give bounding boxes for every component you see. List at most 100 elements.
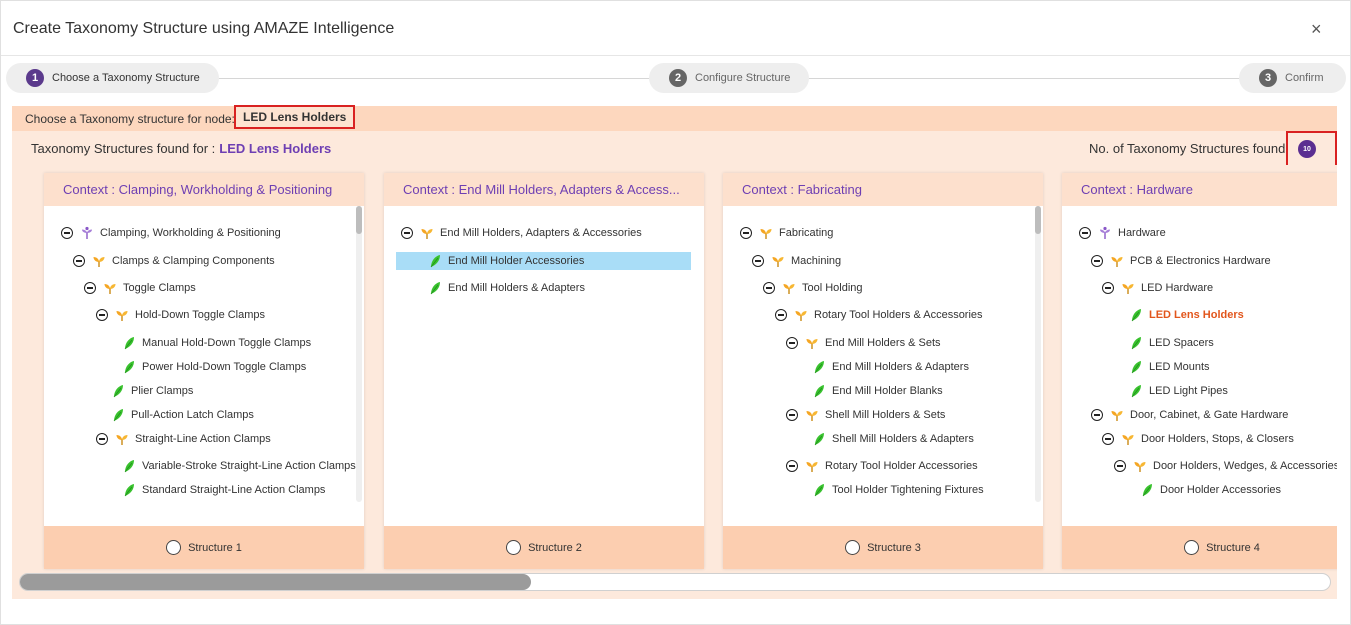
collapse-icon[interactable]: [786, 409, 798, 421]
structure-select-option[interactable]: Structure 1: [44, 526, 364, 569]
tree-node[interactable]: Shell Mill Holders & Sets: [786, 406, 945, 424]
tree-node[interactable]: Variable-Stroke Straight-Line Action Cla…: [122, 457, 356, 475]
tree-scroll-thumb[interactable]: [1035, 206, 1041, 234]
tree-node[interactable]: End Mill Holders, Adapters & Accessories: [401, 224, 642, 242]
step-number: 1: [26, 69, 44, 87]
tree-node[interactable]: End Mill Holders & Adapters: [812, 358, 969, 376]
step-configure-structure[interactable]: 2 Configure Structure: [649, 63, 809, 93]
structure-select-option[interactable]: Structure 3: [723, 526, 1043, 569]
tree-node[interactable]: Door, Cabinet, & Gate Hardware: [1091, 406, 1288, 424]
step-confirm[interactable]: 3 Confirm: [1239, 63, 1346, 93]
tree-vertical-scrollbar[interactable]: [356, 206, 362, 502]
leaf-icon: [111, 408, 131, 422]
step-choose-structure[interactable]: 1 Choose a Taxonomy Structure: [6, 63, 219, 93]
horizontal-scrollbar[interactable]: [19, 573, 1331, 591]
tree-node[interactable]: LED Hardware: [1102, 279, 1213, 297]
found-for: Taxonomy Structures found for : LED Lens …: [31, 141, 331, 156]
horizontal-scroll-thumb[interactable]: [20, 574, 531, 590]
tree-node-label: Pull-Action Latch Clamps: [131, 409, 254, 421]
close-button[interactable]: ×: [1311, 20, 1322, 38]
structure-select-option[interactable]: Structure 2: [384, 526, 704, 569]
collapse-icon[interactable]: [763, 282, 775, 294]
tree-node[interactable]: PCB & Electronics Hardware: [1091, 252, 1271, 270]
collapse-icon[interactable]: [775, 309, 787, 321]
tree-node[interactable]: Plier Clamps: [111, 382, 193, 400]
step-label: Choose a Taxonomy Structure: [52, 72, 200, 84]
leaf-icon: [1129, 384, 1149, 398]
collapse-icon[interactable]: [740, 227, 752, 239]
tree-node[interactable]: Door Holder Accessories: [1140, 481, 1281, 499]
tree-node[interactable]: Rotary Tool Holders & Accessories: [775, 306, 983, 324]
tree-vertical-scrollbar[interactable]: [1035, 206, 1041, 502]
tree-node[interactable]: Clamping, Workholding & Positioning: [61, 224, 281, 242]
structure-label: Structure 1: [188, 541, 242, 554]
collapse-icon[interactable]: [401, 227, 413, 239]
tree-node-label: Hardware: [1118, 227, 1166, 239]
collapse-icon[interactable]: [1091, 255, 1103, 267]
collapse-icon[interactable]: [1114, 460, 1126, 472]
tree-node[interactable]: Clamps & Clamping Components: [73, 252, 275, 270]
collapse-icon[interactable]: [96, 433, 108, 445]
tree-node[interactable]: Door Holders, Wedges, & Accessories: [1114, 457, 1337, 475]
leaf-icon: [428, 254, 448, 268]
tree-node[interactable]: Fabricating: [740, 224, 833, 242]
tree-node[interactable]: LED Lens Holders: [1129, 306, 1244, 324]
tree-node-label: LED Light Pipes: [1149, 385, 1228, 397]
step-connector: [806, 78, 1241, 79]
folder-icon: [115, 432, 135, 446]
tree-node[interactable]: Tool Holding: [763, 279, 863, 297]
tree-node[interactable]: Toggle Clamps: [84, 279, 196, 297]
tree-node-label: End Mill Holder Blanks: [832, 385, 943, 397]
collapse-icon[interactable]: [73, 255, 85, 267]
tree-node[interactable]: End Mill Holders & Adapters: [428, 279, 585, 297]
collapse-icon[interactable]: [61, 227, 73, 239]
taxonomy-tree: Hardware PCB & Electronics Hardware LED Ha…: [1062, 206, 1337, 526]
tree-node[interactable]: LED Mounts: [1129, 358, 1210, 376]
tree-node[interactable]: Manual Hold-Down Toggle Clamps: [122, 334, 311, 352]
tree-node-label: Door, Cabinet, & Gate Hardware: [1130, 409, 1289, 421]
structure-radio[interactable]: [166, 540, 182, 555]
tree-scroll-thumb[interactable]: [356, 206, 362, 234]
tree-node[interactable]: End Mill Holder Accessories: [396, 252, 691, 270]
collapse-icon[interactable]: [1102, 282, 1114, 294]
tree-node[interactable]: Tool Holder Tightening Fixtures: [812, 481, 984, 499]
collapse-icon[interactable]: [1102, 433, 1114, 445]
collapse-icon[interactable]: [786, 460, 798, 472]
tree-node-label: Clamping, Workholding & Positioning: [100, 227, 281, 239]
folder-icon: [1110, 254, 1130, 268]
tree-node[interactable]: Standard Straight-Line Action Clamps: [122, 481, 325, 499]
collapse-icon[interactable]: [752, 255, 764, 267]
tree-node[interactable]: End Mill Holders & Sets: [786, 334, 941, 352]
tree-node[interactable]: Rotary Tool Holder Accessories: [786, 457, 978, 475]
tree-node-label: Door Holders, Stops, & Closers: [1141, 433, 1294, 445]
tree-node[interactable]: End Mill Holder Blanks: [812, 382, 943, 400]
tree-node[interactable]: Power Hold-Down Toggle Clamps: [122, 358, 306, 376]
tree-node[interactable]: Straight-Line Action Clamps: [96, 430, 271, 448]
tree-node-label: Toggle Clamps: [123, 282, 196, 294]
tree-node[interactable]: Hardware: [1079, 224, 1166, 242]
found-label: Taxonomy Structures found for :: [31, 141, 216, 156]
structures-found-bar: Taxonomy Structures found for : LED Lens …: [12, 131, 1337, 168]
collapse-icon[interactable]: [786, 337, 798, 349]
tree-node-label: Door Holders, Wedges, & Accessories: [1153, 460, 1337, 472]
leaf-icon: [1129, 308, 1149, 322]
tree-node[interactable]: LED Spacers: [1129, 334, 1214, 352]
tree-node[interactable]: Machining: [752, 252, 841, 270]
tree-node[interactable]: LED Light Pipes: [1129, 382, 1228, 400]
collapse-icon[interactable]: [1091, 409, 1103, 421]
structure-radio[interactable]: [506, 540, 522, 555]
tree-node[interactable]: Hold-Down Toggle Clamps: [96, 306, 265, 324]
folder-icon: [771, 254, 791, 268]
structure-select-option[interactable]: Structure 4: [1062, 526, 1337, 569]
structure-radio[interactable]: [1184, 540, 1200, 555]
collapse-icon[interactable]: [1079, 227, 1091, 239]
found-count-badge: 10: [1298, 140, 1316, 158]
tree-node-label: Rotary Tool Holders & Accessories: [814, 309, 983, 321]
structure-radio[interactable]: [845, 540, 861, 555]
collapse-icon[interactable]: [96, 309, 108, 321]
tree-node[interactable]: Shell Mill Holders & Adapters: [812, 430, 974, 448]
found-count-label: No. of Taxonomy Structures found:: [1089, 141, 1289, 156]
tree-node[interactable]: Door Holders, Stops, & Closers: [1102, 430, 1294, 448]
collapse-icon[interactable]: [84, 282, 96, 294]
tree-node[interactable]: Pull-Action Latch Clamps: [111, 406, 254, 424]
